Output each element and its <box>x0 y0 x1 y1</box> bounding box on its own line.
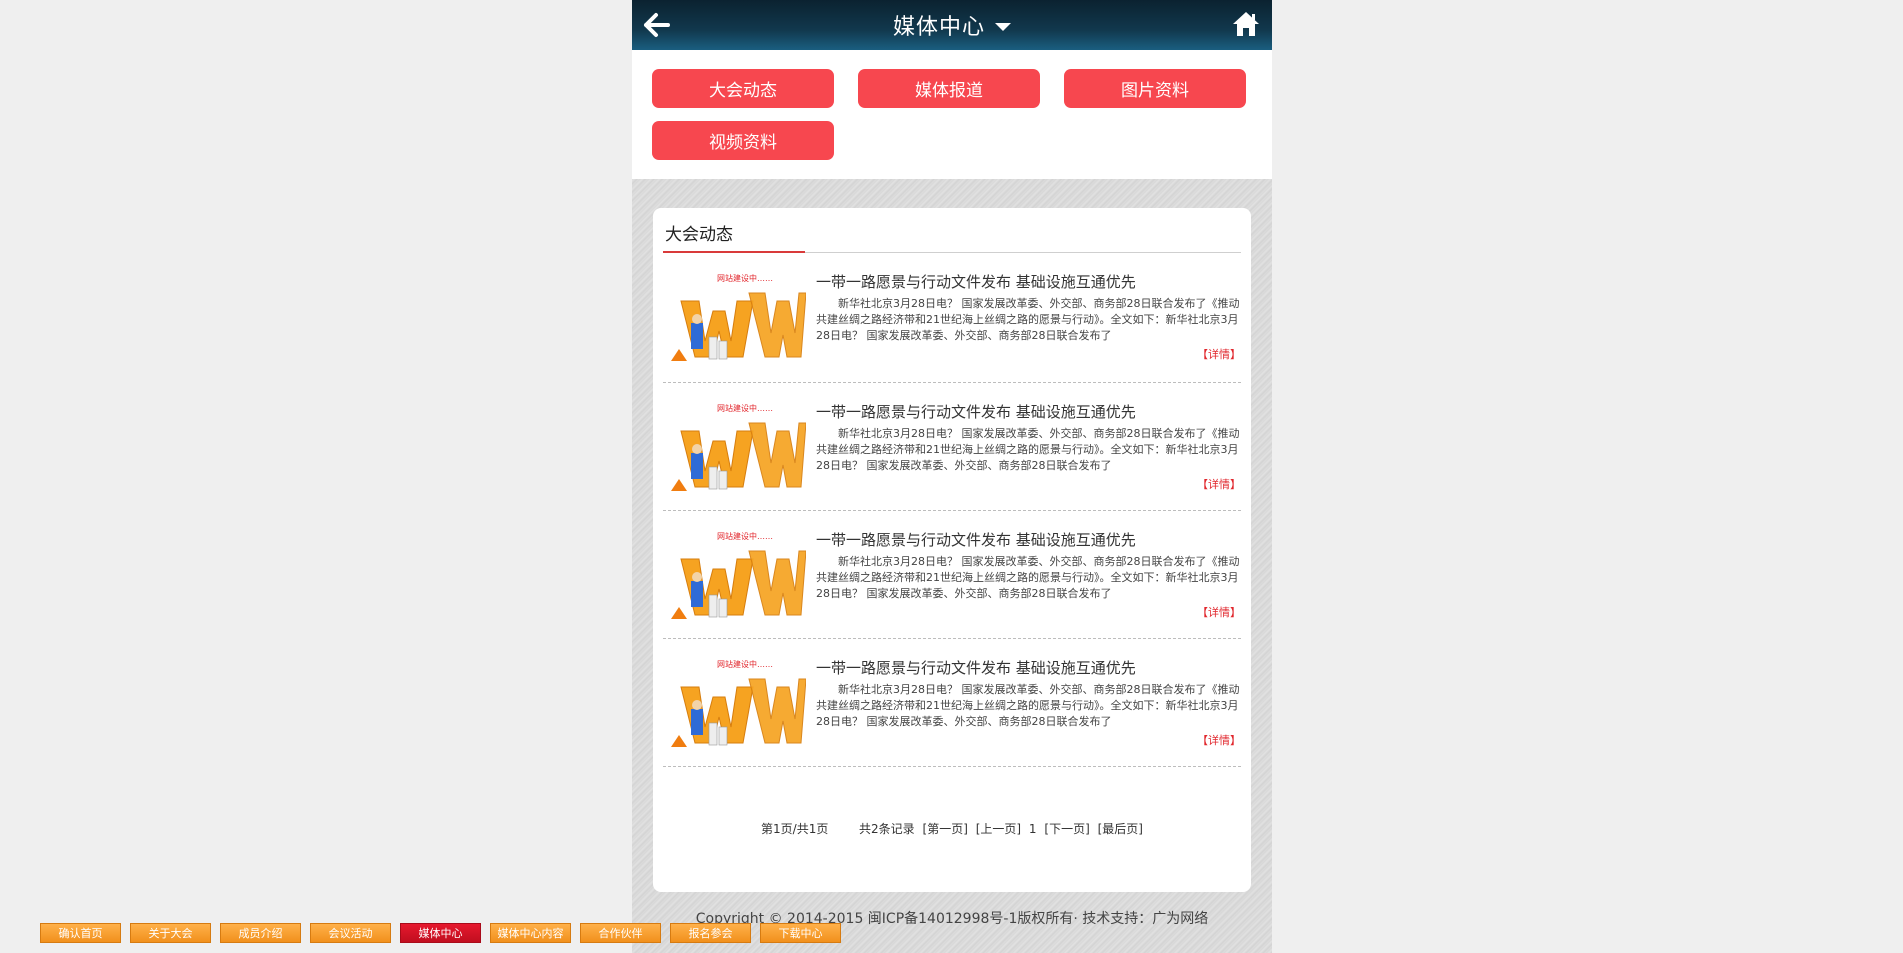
nav-button-media-reports[interactable]: 媒体报道 <box>858 69 1040 108</box>
footer-button-members[interactable]: 成员介绍 <box>220 923 301 943</box>
list-item: 网站建设中…… 一带一路愿景与行动文件发布 基础设施互通优先 新华社北京3月28… <box>663 639 1241 767</box>
news-title[interactable]: 一带一路愿景与行动文件发布 基础设施互通优先 <box>816 401 1241 424</box>
news-detail-link[interactable]: 【详情】 <box>816 346 1241 362</box>
header-title-dropdown[interactable]: 媒体中心 <box>632 0 1272 50</box>
news-body: 一带一路愿景与行动文件发布 基础设施互通优先 新华社北京3月28日电？ 国家发展… <box>816 529 1241 638</box>
news-detail-link[interactable]: 【详情】 <box>816 604 1241 620</box>
news-thumbnail[interactable]: 网站建设中…… <box>669 271 806 367</box>
news-title[interactable]: 一带一路愿景与行动文件发布 基础设施互通优先 <box>816 657 1241 680</box>
news-body: 一带一路愿景与行动文件发布 基础设施互通优先 新华社北京3月28日电？ 国家发展… <box>816 271 1241 382</box>
nav-button-video-materials[interactable]: 视频资料 <box>652 121 834 160</box>
news-card: 大会动态 网站建设中…… 一带一路愿景与行动文件发布 基础设施互通优先 新华社北… <box>653 208 1251 892</box>
news-thumbnail[interactable]: 网站建设中…… <box>669 529 806 625</box>
section-header: 大会动态 <box>663 208 1241 253</box>
mobile-app-frame: 媒体中心 大会动态 媒体报道 图片资料 视频资料 大会动态 网站建设中…… 一带… <box>632 0 1272 953</box>
footer-button-media-center[interactable]: 媒体中心 <box>400 923 481 943</box>
pager-last-link[interactable]: [最后页] <box>1098 822 1143 836</box>
pager-page-info: 第1页/共1页 <box>761 822 829 836</box>
news-title[interactable]: 一带一路愿景与行动文件发布 基础设施互通优先 <box>816 529 1241 552</box>
news-title[interactable]: 一带一路愿景与行动文件发布 基础设施互通优先 <box>816 271 1241 294</box>
news-detail-link[interactable]: 【详情】 <box>816 476 1241 492</box>
footer-button-about[interactable]: 关于大会 <box>130 923 211 943</box>
thumbnail-caption: 网站建设中…… <box>717 531 773 541</box>
news-thumbnail[interactable]: 网站建设中…… <box>669 657 806 753</box>
footer-button-register[interactable]: 报名参会 <box>670 923 751 943</box>
pager-prev-link[interactable]: [上一页] <box>976 822 1021 836</box>
section-title: 大会动态 <box>665 225 733 245</box>
chevron-down-icon <box>995 23 1011 31</box>
news-thumbnail[interactable]: 网站建设中…… <box>669 401 806 497</box>
news-summary: 新华社北京3月28日电？ 国家发展改革委、外交部、商务部28日联合发布了《推动共… <box>816 297 1240 342</box>
list-item: 网站建设中…… 一带一路愿景与行动文件发布 基础设施互通优先 新华社北京3月28… <box>663 511 1241 639</box>
home-icon[interactable] <box>1230 8 1262 40</box>
footer-button-media-content[interactable]: 媒体中心内容 <box>490 923 571 943</box>
news-list: 网站建设中…… 一带一路愿景与行动文件发布 基础设施互通优先 新华社北京3月28… <box>653 253 1251 767</box>
footer-button-downloads[interactable]: 下载中心 <box>760 923 841 943</box>
footer-nav: 确认首页 关于大会 成员介绍 会议活动 媒体中心 媒体中心内容 合作伙伴 报名参… <box>40 923 841 943</box>
list-item: 网站建设中…… 一带一路愿景与行动文件发布 基础设施互通优先 新华社北京3月28… <box>663 253 1241 383</box>
thumbnail-caption: 网站建设中…… <box>717 659 773 669</box>
thumbnail-caption: 网站建设中…… <box>717 403 773 413</box>
nav-button-photo-materials[interactable]: 图片资料 <box>1064 69 1246 108</box>
app-header: 媒体中心 <box>632 0 1272 50</box>
news-body: 一带一路愿景与行动文件发布 基础设施互通优先 新华社北京3月28日电？ 国家发展… <box>816 401 1241 510</box>
news-summary: 新华社北京3月28日电？ 国家发展改革委、外交部、商务部28日联合发布了《推动共… <box>816 427 1240 472</box>
pager-current-page: 1 <box>1028 822 1037 836</box>
list-item: 网站建设中…… 一带一路愿景与行动文件发布 基础设施互通优先 新华社北京3月28… <box>663 383 1241 511</box>
pager-first-link[interactable]: [第一页] <box>923 822 968 836</box>
news-summary: 新华社北京3月28日电？ 国家发展改革委、外交部、商务部28日联合发布了《推动共… <box>816 683 1240 728</box>
news-detail-link[interactable]: 【详情】 <box>816 732 1241 748</box>
pager-next-link[interactable]: [下一页] <box>1044 822 1089 836</box>
footer-button-activities[interactable]: 会议活动 <box>310 923 391 943</box>
news-summary: 新华社北京3月28日电？ 国家发展改革委、外交部、商务部28日联合发布了《推动共… <box>816 555 1240 600</box>
news-body: 一带一路愿景与行动文件发布 基础设施互通优先 新华社北京3月28日电？ 国家发展… <box>816 657 1241 766</box>
pager-total: 共2条记录 <box>859 822 915 836</box>
pagination: 第1页/共1页 共2条记录 [第一页] [上一页] 1 [下一页] [最后页] <box>653 820 1251 837</box>
page-title: 媒体中心 <box>892 15 985 40</box>
category-nav: 大会动态 媒体报道 图片资料 视频资料 <box>632 50 1272 179</box>
nav-button-conference-news[interactable]: 大会动态 <box>652 69 834 108</box>
section-title-underline <box>663 251 805 253</box>
footer-button-confirm-home[interactable]: 确认首页 <box>40 923 121 943</box>
footer-button-partners[interactable]: 合作伙伴 <box>580 923 661 943</box>
thumbnail-caption: 网站建设中…… <box>717 273 773 283</box>
